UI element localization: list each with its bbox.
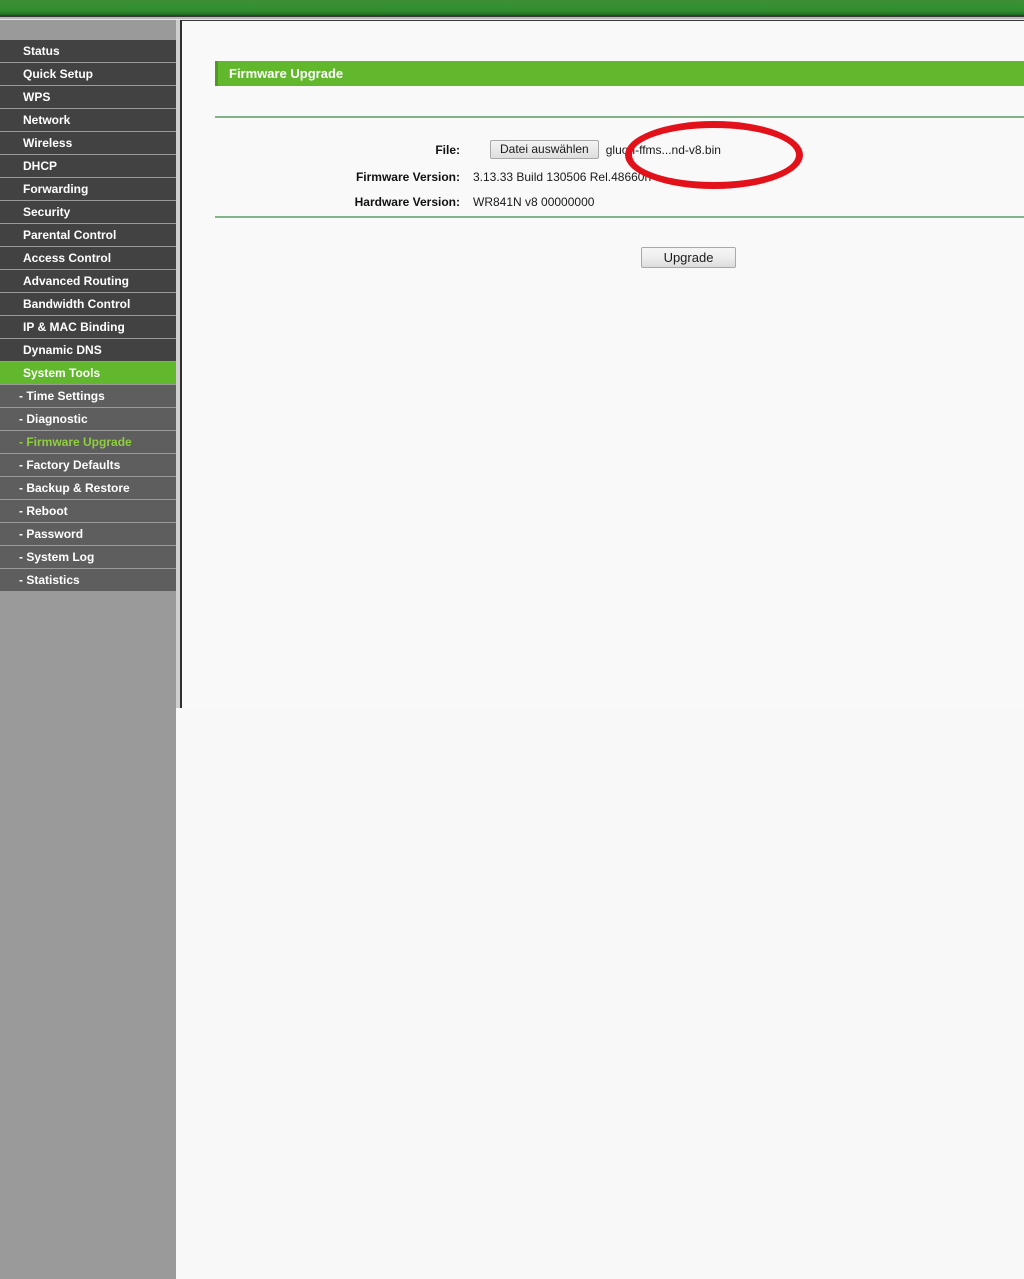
sidebar-item-bandwidth-control[interactable]: Bandwidth Control [0,292,176,315]
sidebar-item-advanced-routing[interactable]: Advanced Routing [0,269,176,292]
sidebar-item-access-control[interactable]: Access Control [0,246,176,269]
content-top-rule [182,20,1024,21]
page-title: Firmware Upgrade [215,61,1024,86]
form-row-hardware-version: Hardware Version: WR841N v8 00000000 [215,192,1024,215]
sidebar-item-system-tools[interactable]: System Tools [0,361,176,384]
sidebar-filler [0,591,176,1279]
sidebar-navigation: Status Quick Setup WPS Network Wireless DHCP F… [0,20,176,1279]
sidebar-item-status[interactable]: Status [0,39,176,62]
choose-file-button[interactable]: Datei auswählen [490,140,599,159]
sidebar-item-wps[interactable]: WPS [0,85,176,108]
firmware-version-label: Firmware Version: [355,170,460,184]
sidebar-top-cap [0,20,176,39]
sidebar-item-time-settings[interactable]: - Time Settings [0,384,176,407]
hardware-version-value: WR841N v8 00000000 [473,195,595,209]
sidebar-item-statistics[interactable]: - Statistics [0,568,176,591]
sidebar-item-reboot[interactable]: - Reboot [0,499,176,522]
form-row-firmware-version: Firmware Version: 3.13.33 Build 130506 R… [215,167,1024,190]
sidebar-item-quick-setup[interactable]: Quick Setup [0,62,176,85]
sidebar-item-system-log[interactable]: - System Log [0,545,176,568]
sidebar-item-security[interactable]: Security [0,200,176,223]
sidebar-item-forwarding[interactable]: Forwarding [0,177,176,200]
sidebar-item-ip-mac-binding[interactable]: IP & MAC Binding [0,315,176,338]
divider-top [215,116,1024,118]
router-admin-page: Status Quick Setup WPS Network Wireless DHCP F… [0,20,1024,1279]
browser-chrome-strip [0,0,1024,20]
form-row-file: File: Datei auswählen gluon-ffms...nd-v8… [215,140,1024,163]
firmware-version-value: 3.13.33 Build 130506 Rel.48660n [473,170,652,184]
sidebar-item-network[interactable]: Network [0,108,176,131]
main-content: Firmware Upgrade File: Datei auswählen g… [182,20,1024,708]
file-label: File: [435,143,460,157]
sidebar-item-dynamic-dns[interactable]: Dynamic DNS [0,338,176,361]
sidebar-item-password[interactable]: - Password [0,522,176,545]
upgrade-button[interactable]: Upgrade [641,247,736,268]
sidebar-item-dhcp[interactable]: DHCP [0,154,176,177]
browser-green-bar [0,0,1024,15]
file-picker[interactable]: Datei auswählen gluon-ffms...nd-v8.bin [490,140,721,159]
sidebar-menu-list: Status Quick Setup WPS Network Wireless DHCP F… [0,39,176,591]
sidebar-item-backup-restore[interactable]: - Backup & Restore [0,476,176,499]
sidebar-item-diagnostic[interactable]: - Diagnostic [0,407,176,430]
sidebar-item-wireless[interactable]: Wireless [0,131,176,154]
sidebar-item-factory-defaults[interactable]: - Factory Defaults [0,453,176,476]
divider-bottom [215,216,1024,218]
sidebar-item-firmware-upgrade[interactable]: - Firmware Upgrade [0,430,176,453]
selected-file-name: gluon-ffms...nd-v8.bin [605,142,721,157]
hardware-version-label: Hardware Version: [354,195,460,209]
sidebar-item-parental-control[interactable]: Parental Control [0,223,176,246]
